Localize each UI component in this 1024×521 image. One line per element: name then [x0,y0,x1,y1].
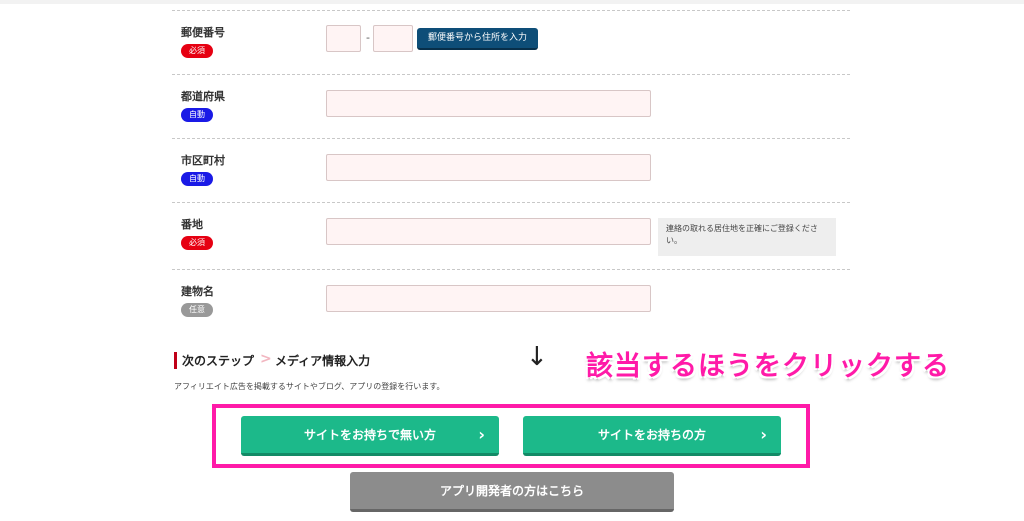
required-badge: 必須 [181,44,213,58]
optional-badge: 任意 [181,303,213,317]
heading-accent-bar [174,352,177,369]
prefecture-input[interactable] [326,90,651,117]
next-step-prefix: 次のステップ [182,354,255,368]
no-site-button[interactable]: サイトをお持ちで無い方 › [241,416,499,456]
chevron-right-icon: › [760,425,767,444]
next-step-description: アフィリエイト広告を掲載するサイトやブログ、アプリの登録を行います。 [174,382,445,391]
instruction-callout: 該当するほうをクリックする [586,351,950,382]
street-input[interactable] [326,218,651,245]
city-row: 市区町村 自動 [172,138,850,202]
prefecture-label: 都道府県 [181,90,225,103]
auto-badge: 自動 [181,172,213,186]
has-site-button[interactable]: サイトをお持ちの方 › [523,416,781,456]
city-label: 市区町村 [181,154,225,167]
chevron-right-icon: > [260,351,272,367]
address-form: 郵便番号 必須 - 郵便番号から住所を入力 都道府県 自動 市区町村 自動 番地… [172,10,850,329]
top-divider [0,0,1024,4]
has-site-button-label: サイトをお持ちの方 [597,428,706,442]
prefecture-row: 都道府県 自動 [172,74,850,138]
building-row: 建物名 任意 [172,269,850,329]
postal-code-label: 郵便番号 [181,26,225,39]
auto-badge: 自動 [181,108,213,122]
postal-code-first-input[interactable] [326,25,361,52]
building-label: 建物名 [181,285,214,298]
postal-code-second-input[interactable] [373,25,413,52]
building-input[interactable] [326,285,651,312]
postal-lookup-button[interactable]: 郵便番号から住所を入力 [417,28,538,50]
street-row: 番地 必須 連絡の取れる居住地を正確にご登録ください。 [172,202,850,269]
street-hint: 連絡の取れる居住地を正確にご登録ください。 [658,218,836,256]
chevron-right-icon: › [478,425,485,444]
down-arrow-icon: ↓ [526,342,548,372]
no-site-button-label: サイトをお持ちで無い方 [303,428,436,442]
app-developer-button[interactable]: アプリ開発者の方はこちら [350,472,674,512]
postal-code-separator: - [366,31,370,44]
street-label: 番地 [181,218,203,231]
postal-code-row: 郵便番号 必須 - 郵便番号から住所を入力 [172,10,850,74]
required-badge: 必須 [181,236,213,250]
city-input[interactable] [326,154,651,181]
next-step-name: メディア情報入力 [275,354,371,368]
